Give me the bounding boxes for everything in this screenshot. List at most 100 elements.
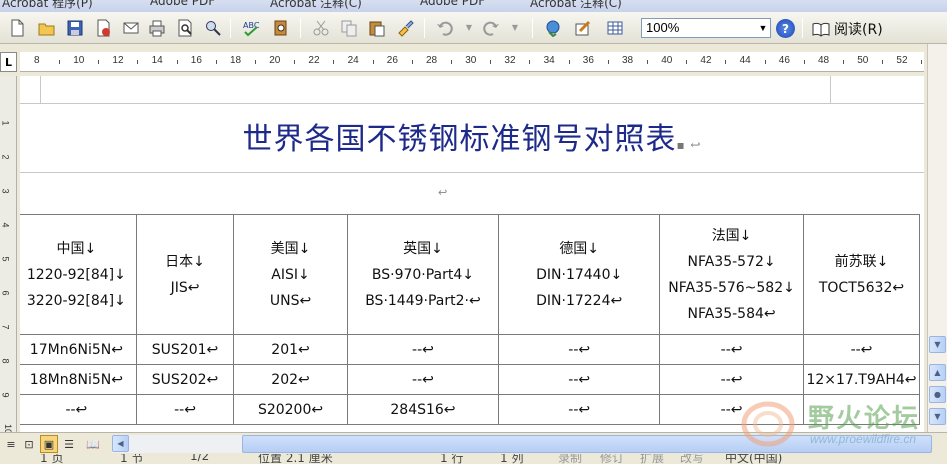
table-cell[interactable] [802, 394, 921, 425]
reading-view-icon[interactable]: 📖 [84, 435, 102, 453]
cut-icon[interactable] [310, 17, 332, 39]
chevron-down-icon[interactable]: ▼ [756, 19, 770, 37]
paste-icon[interactable] [366, 17, 388, 39]
browse-object-icon[interactable]: ● [929, 386, 946, 403]
table-cell[interactable]: --↩ [498, 364, 661, 395]
ruler-tick [137, 60, 139, 64]
table-cell[interactable]: 202↩ [233, 364, 348, 395]
permission-icon[interactable] [92, 17, 114, 39]
table-cell[interactable]: --↩ [802, 334, 921, 365]
save-icon[interactable] [64, 17, 86, 39]
new-icon[interactable] [6, 17, 28, 39]
header-cell[interactable]: 法国↓ NFA35-572↓ NFA35-576~582↓ NFA35-584↩ [659, 214, 804, 335]
ruler-tick [294, 60, 296, 64]
web-view-icon[interactable]: ⊡ [20, 435, 38, 453]
menu-fragment[interactable]: Acrobat 注释(C) [270, 0, 362, 11]
document-title: 世界各国不锈钢标准钢号对照表▪ ↩ [20, 114, 924, 158]
next-page-icon[interactable]: ▼ [929, 408, 946, 425]
ruler-number: 8 [34, 55, 40, 66]
menu-strip-cut: Acrobat 程序(P) Adobe PDF Acrobat 注释(C) Ad… [0, 0, 947, 12]
header-cell[interactable]: 中国↓ 1220-92[84]↓ 3220-92[84]↓ [20, 214, 137, 335]
header-cell[interactable]: 日本↓ JIS↩ [135, 214, 235, 335]
read-button[interactable]: 阅读(R) [812, 18, 883, 40]
table-cell[interactable]: SUS202↩ [135, 364, 235, 395]
table-cell[interactable]: --↩ [659, 394, 804, 425]
scroll-down-icon[interactable]: ▼ [929, 336, 946, 353]
status-record[interactable]: 录制 [558, 454, 582, 464]
copy-icon[interactable] [338, 17, 360, 39]
status-page: 1 页 [40, 454, 64, 464]
undo-icon[interactable] [434, 17, 456, 39]
menu-fragment[interactable]: Adobe PDF [150, 0, 215, 8]
header-line-text: UNS↩ [269, 292, 312, 309]
table-cell[interactable]: --↩ [659, 364, 804, 395]
scroll-thumb[interactable] [242, 435, 932, 453]
normal-view-icon[interactable]: ≡ [2, 435, 20, 453]
toolbar-separator [300, 18, 301, 38]
tab-selector[interactable]: L [0, 52, 17, 72]
header-cell[interactable]: 英国↓ BS·970·Part4↓ BS·1449·Part2·↩ [346, 214, 500, 335]
ruler-number: 50 [857, 55, 869, 66]
steel-table: 中国↓ 1220-92[84]↓ 3220-92[84]↓ 日本↓ JIS↩ 美国↓ AIS… [20, 214, 921, 425]
undo-dropdown-icon[interactable]: ▼ [462, 17, 476, 39]
document-page[interactable]: 世界各国不锈钢标准钢号对照表▪ ↩ ↩ 中国↓ 1220-92[84]↓ 3220-… [20, 76, 924, 432]
status-track[interactable]: 修订 [600, 454, 624, 464]
header-cell[interactable]: 前苏联↓ TOCT5632↩ [802, 214, 921, 335]
vertical-ruler[interactable]: 1234567891011 [0, 76, 17, 432]
spelling-icon[interactable]: ABC [240, 17, 262, 39]
print-icon[interactable] [146, 17, 168, 39]
header-cell[interactable]: 美国↓ AISI↓ UNS↩ [233, 214, 348, 335]
ruler-tick [333, 60, 335, 64]
ruler-number: 28 [426, 55, 438, 66]
header-line-text: NFA35-576~582↓ [668, 279, 795, 296]
status-extend[interactable]: 扩展 [640, 454, 664, 464]
vertical-scrollbar[interactable]: ▼ ▲ ● ▼ [927, 44, 947, 432]
table-cell[interactable]: --↩ [346, 334, 500, 365]
table-cell[interactable]: 12×17.T9AH4↩ [802, 364, 921, 395]
status-overtype[interactable]: 改写 [680, 454, 704, 464]
table-cell[interactable]: --↩ [135, 394, 235, 425]
menu-fragment[interactable]: Acrobat 程序(P) [2, 0, 93, 11]
menu-fragment[interactable]: Acrobat 注释(C) [530, 0, 622, 11]
table-cell[interactable]: SUS201↩ [135, 334, 235, 365]
email-icon[interactable] [120, 17, 142, 39]
table-cell[interactable]: 17Mn6Ni5N↩ [20, 334, 137, 365]
ruler-number: 5 [0, 256, 11, 262]
scroll-left-icon[interactable]: ◀ [112, 435, 129, 452]
table-cell[interactable]: S20200↩ [233, 394, 348, 425]
prev-page-icon[interactable]: ▲ [929, 364, 946, 381]
outline-view-icon[interactable]: ☰ [60, 435, 78, 453]
table-cell[interactable]: 201↩ [233, 334, 348, 365]
redo-icon[interactable] [480, 17, 502, 39]
print-preview-icon[interactable] [174, 17, 196, 39]
svg-text:ABC: ABC [243, 21, 260, 30]
research-icon[interactable] [270, 17, 292, 39]
margin-corner [40, 76, 41, 103]
ruler-number: 44 [739, 55, 751, 66]
print-layout-icon[interactable]: ▣ [40, 435, 58, 453]
table-icon[interactable] [604, 17, 626, 39]
tables-borders-icon[interactable] [572, 17, 594, 39]
table-cell[interactable]: --↩ [20, 394, 137, 425]
horizontal-ruler[interactable]: 8 10 12 14 16 18 20 22 24 26 28 30 32 34 36 38 40 42 44 46 4… [20, 52, 924, 72]
header-cell[interactable]: 德国↓ DIN·17440↓ DIN·17224↩ [498, 214, 661, 335]
table-cell[interactable]: --↩ [498, 394, 661, 425]
table-cell[interactable]: --↩ [498, 334, 661, 365]
header-line-text: NFA35-584↩ [687, 305, 776, 322]
table-cell[interactable]: --↩ [659, 334, 804, 365]
horizontal-scrollbar[interactable]: ◀ [112, 435, 932, 453]
format-painter-icon[interactable] [394, 17, 416, 39]
menu-fragment[interactable]: Adobe PDF [420, 0, 485, 8]
find-icon[interactable] [202, 17, 224, 39]
header-line-text: NFA35-572↓ [687, 253, 776, 270]
table-cell[interactable]: --↩ [346, 364, 500, 395]
open-icon[interactable] [36, 17, 58, 39]
table-cell[interactable]: 18Mn8Ni5N↩ [20, 364, 137, 395]
hyperlink-icon[interactable] [542, 17, 564, 39]
help-icon[interactable]: ? [776, 19, 795, 38]
table-cell[interactable]: 284S16↩ [346, 394, 500, 425]
zoom-select[interactable]: 100% ▼ [641, 18, 771, 38]
header-line-text: BS·970·Part4↓ [371, 266, 475, 283]
redo-dropdown-icon[interactable]: ▼ [508, 17, 522, 39]
status-language: 中文(中国) [725, 454, 783, 464]
